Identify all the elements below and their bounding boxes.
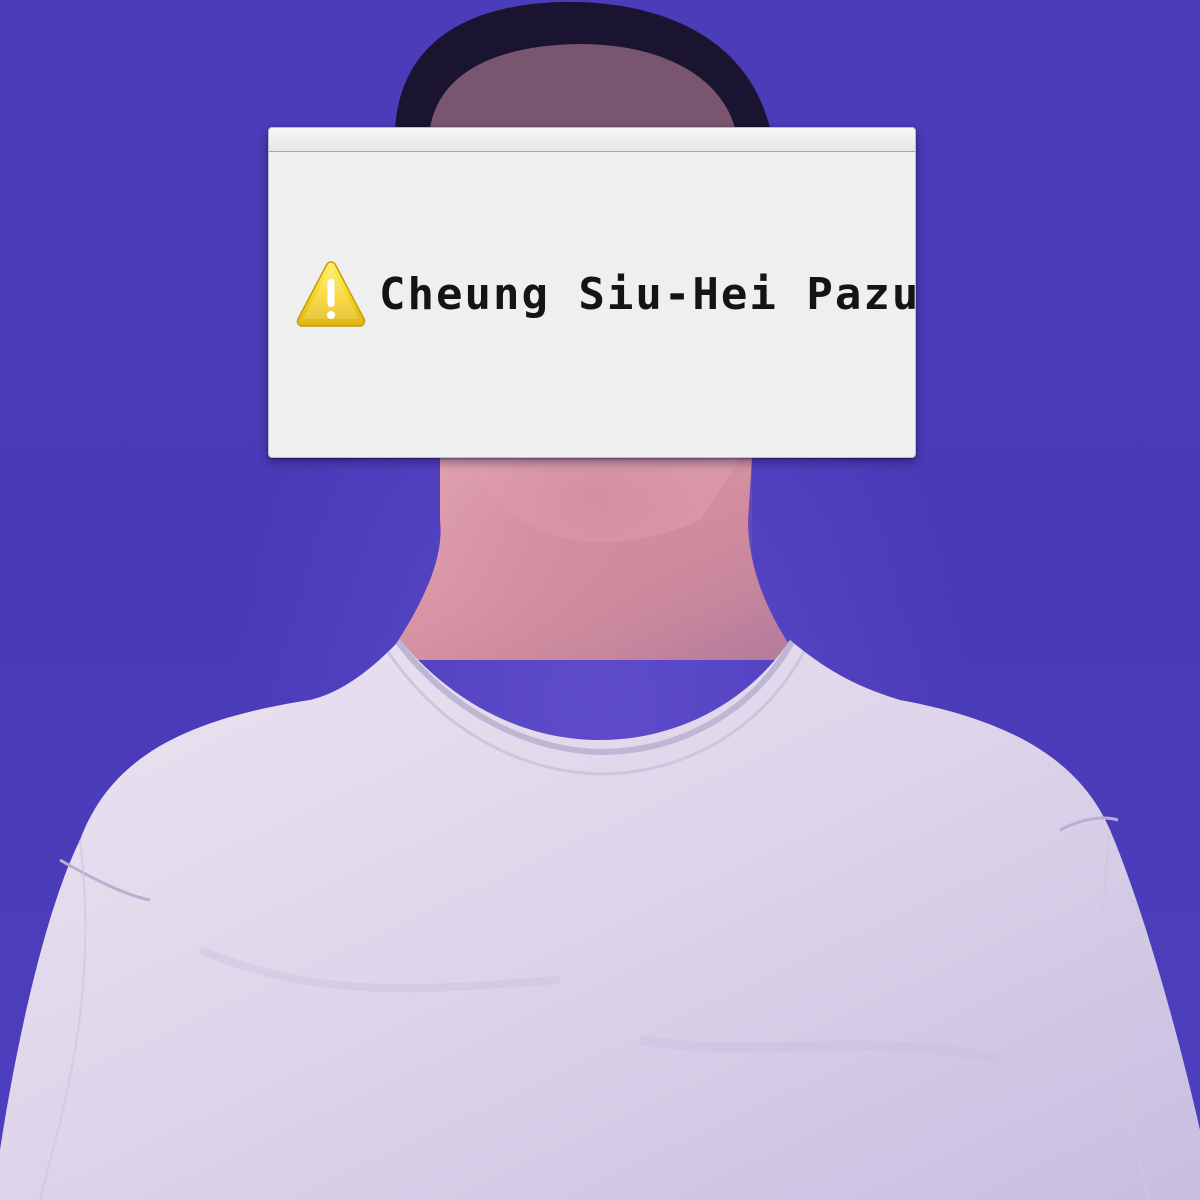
white-tshirt xyxy=(0,640,1200,1200)
alert-titlebar xyxy=(269,128,915,152)
head xyxy=(395,1,770,131)
alert-message: Cheung Siu-Hei Pazu xyxy=(379,268,916,320)
alert-dialog: Cheung Siu-Hei Pazu xyxy=(268,127,916,458)
warning-icon xyxy=(296,261,366,327)
alert-body: Cheung Siu-Hei Pazu xyxy=(295,256,915,332)
neck xyxy=(385,458,800,660)
